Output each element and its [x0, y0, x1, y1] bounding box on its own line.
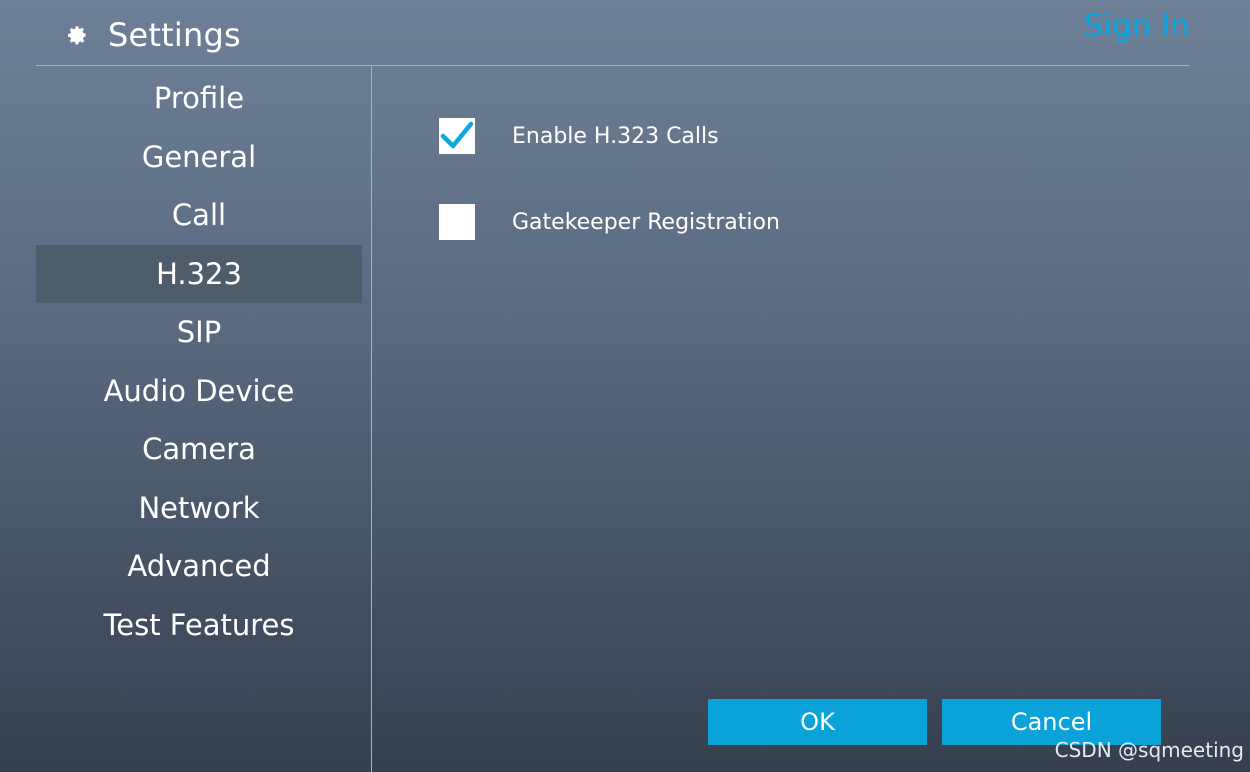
- sidebar-item-camera[interactable]: Camera: [36, 420, 362, 479]
- enable-h323-label: Enable H.323 Calls: [512, 123, 719, 149]
- header-divider: [36, 65, 1190, 66]
- sidebar-item-profile[interactable]: Profile: [36, 69, 362, 128]
- sidebar-item-call[interactable]: Call: [36, 186, 362, 245]
- gatekeeper-registration-label: Gatekeeper Registration: [512, 209, 780, 235]
- sidebar-item-sip[interactable]: SIP: [36, 303, 362, 362]
- checkmark-icon: [440, 121, 474, 149]
- sidebar-divider: [371, 66, 372, 772]
- enable-h323-checkbox[interactable]: [439, 118, 475, 154]
- gear-icon: [68, 26, 86, 45]
- gatekeeper-registration-option[interactable]: Gatekeeper Registration: [439, 204, 780, 240]
- sidebar-item-general[interactable]: General: [36, 128, 362, 187]
- sidebar-item-network[interactable]: Network: [36, 479, 362, 538]
- sidebar-item-h323[interactable]: H.323: [36, 244, 362, 303]
- page-title: Settings: [108, 16, 241, 54]
- sidebar-item-test-features[interactable]: Test Features: [36, 596, 362, 655]
- sidebar-item-advanced[interactable]: Advanced: [36, 537, 362, 596]
- watermark: CSDN @sqmeeting: [1054, 738, 1244, 762]
- settings-header: Settings: [66, 14, 241, 56]
- sign-in-link[interactable]: Sign In: [1084, 8, 1190, 44]
- gatekeeper-registration-checkbox[interactable]: [439, 204, 475, 240]
- ok-button[interactable]: OK: [708, 699, 927, 745]
- sidebar-item-audio-device[interactable]: Audio Device: [36, 362, 362, 421]
- enable-h323-option[interactable]: Enable H.323 Calls: [439, 118, 719, 154]
- settings-sidebar: Profile General Call H.323 SIP Audio Dev…: [36, 69, 362, 654]
